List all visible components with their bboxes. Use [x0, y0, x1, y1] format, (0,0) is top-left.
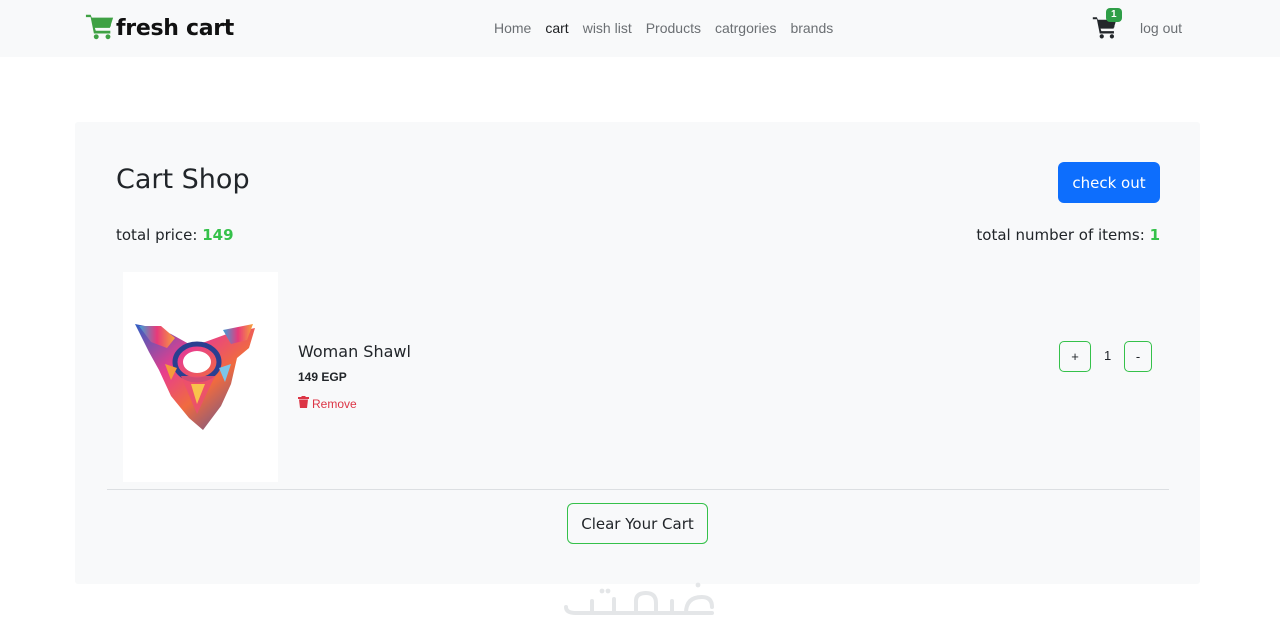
total-items-value: 1 — [1149, 226, 1160, 244]
product-name: Woman Shawl — [298, 342, 411, 361]
total-price: total price: 149 — [116, 226, 234, 244]
total-price-value: 149 — [202, 226, 234, 244]
checkout-button[interactable]: check out — [1058, 162, 1160, 203]
remove-button[interactable]: Remove — [298, 396, 357, 411]
divider — [107, 489, 1169, 490]
nav-link-wishlist[interactable]: wish list — [583, 20, 632, 36]
quantity-decrease-button[interactable]: - — [1124, 341, 1152, 372]
nav-link-brands[interactable]: brands — [790, 20, 833, 36]
product-price: 149 EGP — [298, 370, 347, 384]
clear-cart-button[interactable]: Clear Your Cart — [567, 503, 708, 544]
cart-container: Cart Shop check out total price: 149 tot… — [75, 122, 1200, 584]
nav-link-products[interactable]: Products — [646, 20, 701, 36]
shopping-cart-icon — [1092, 17, 1118, 44]
nav-links: Home cart wish list Products catrgories … — [494, 20, 847, 36]
navbar: fresh cart Home cart wish list Products … — [0, 0, 1280, 57]
product-image — [123, 272, 278, 482]
total-items-label: total number of items: — [976, 226, 1145, 244]
quantity-increase-button[interactable]: + — [1059, 341, 1091, 372]
brand-logo[interactable]: fresh cart — [85, 11, 234, 46]
nav-link-categories[interactable]: catrgories — [715, 20, 776, 36]
page-title: Cart Shop — [116, 164, 250, 195]
total-items: total number of items: 1 — [976, 226, 1160, 244]
nav-link-cart[interactable]: cart — [545, 20, 568, 36]
trash-icon — [298, 396, 312, 411]
logout-link[interactable]: log out — [1140, 20, 1182, 36]
watermark-logo — [564, 582, 714, 615]
brand-name: fresh cart — [116, 16, 235, 41]
remove-label: Remove — [312, 396, 357, 411]
total-price-label: total price: — [116, 226, 198, 244]
nav-link-home[interactable]: Home — [494, 20, 531, 36]
cart-count-badge: 1 — [1106, 8, 1122, 22]
quantity-value: 1 — [1104, 348, 1112, 363]
shopping-cart-icon — [85, 11, 115, 46]
cart-link[interactable]: 1 — [1092, 8, 1122, 44]
